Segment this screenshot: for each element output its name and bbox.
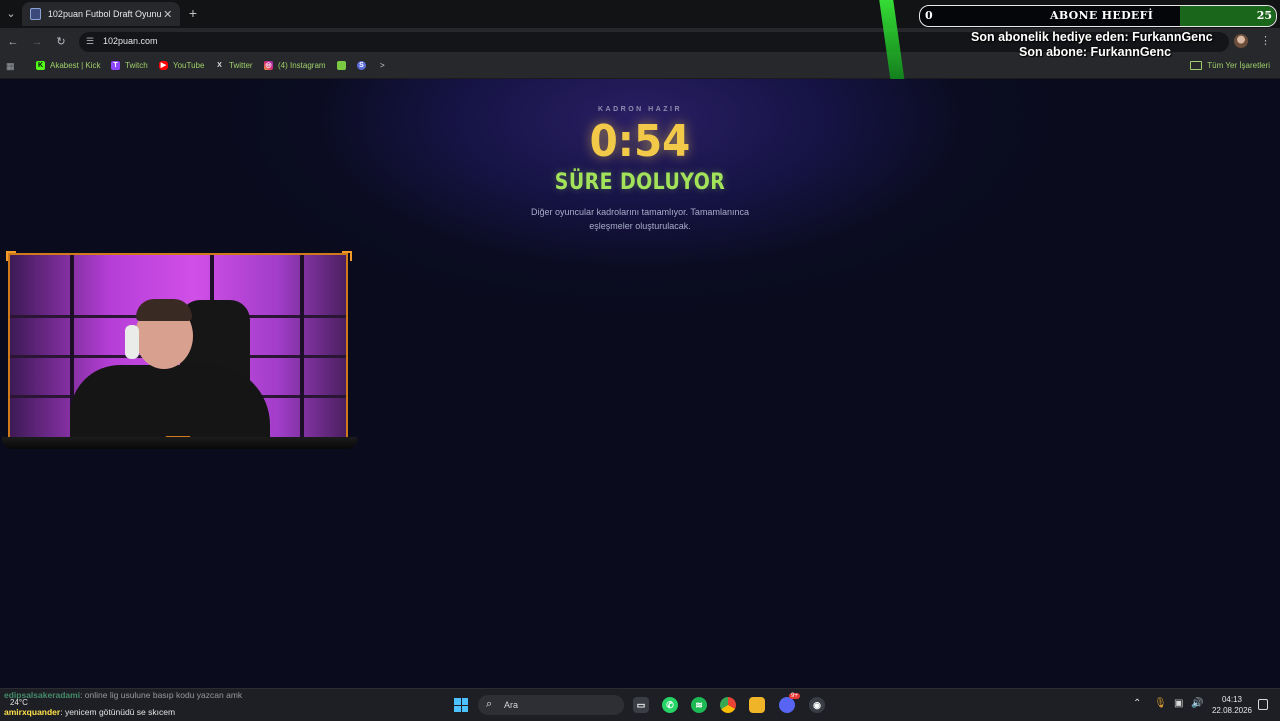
bookmark-twitter[interactable]: X Twitter — [215, 61, 253, 70]
chat-message: edipsalsakeradami: online lig usulune ba… — [4, 690, 242, 700]
tray-overflow-icon[interactable]: ⌃ — [1133, 698, 1141, 709]
tab-title: 102puan Futbol Draft Oyunu — [47, 9, 162, 19]
chat-text: : yenicem götünüdü se skıcem — [60, 707, 176, 717]
streamer-body — [70, 365, 270, 437]
discord-icon[interactable] — [779, 697, 795, 713]
bookmark-youtube[interactable]: ▶ YouTube — [159, 61, 204, 70]
reload-icon[interactable]: ↻ — [54, 35, 68, 49]
windows-start-icon[interactable] — [454, 698, 468, 712]
chat-username: amirxquander — [4, 707, 61, 717]
network-icon[interactable]: ▣ — [1174, 698, 1183, 709]
tab-search-icon[interactable]: ⌄ — [3, 5, 19, 23]
clock-date: 22.08.2026 — [1211, 706, 1253, 715]
cam-corner — [6, 251, 16, 261]
search-placeholder: Ara — [504, 700, 519, 710]
bookmarks-overflow-button[interactable]: > — [380, 61, 385, 70]
bookmark-instagram[interactable]: ◎ (4) Instagram — [264, 61, 326, 70]
shelf-post — [300, 255, 304, 437]
bookmark-label: Twitter — [229, 61, 253, 70]
forward-icon[interactable]: → — [30, 35, 44, 49]
new-tab-icon[interactable]: + — [185, 5, 201, 21]
squad-ready-label: KADRON HAZIR — [597, 106, 683, 113]
bookmark-extra-1[interactable] — [337, 61, 351, 70]
volume-icon[interactable]: 🔊 — [1191, 698, 1203, 709]
goal-target: 25 — [1256, 9, 1272, 22]
bookmark-label: Akabest | Kick — [50, 61, 101, 70]
clock-time: 04:13 — [1221, 695, 1243, 704]
bookmark-extra-2[interactable]: S — [357, 61, 371, 70]
back-icon[interactable]: ← — [6, 35, 20, 49]
bookmarks-bar: ▦ K Akabest | Kick T Twitch ▶ YouTube X … — [0, 56, 1280, 79]
taskbar-clock[interactable]: 04:13 22.08.2026 — [1210, 694, 1254, 716]
file-explorer-icon[interactable] — [749, 697, 765, 713]
streamer-hair — [136, 299, 192, 321]
notifications-icon[interactable] — [1258, 699, 1268, 710]
folder-icon — [1190, 61, 1203, 70]
tab-favicon-icon — [30, 8, 41, 20]
chrome-icon[interactable] — [720, 697, 736, 713]
site-info-icon[interactable]: ☰ — [86, 36, 97, 47]
time-running-out-status: SÜRE DOLUYOR — [554, 170, 726, 195]
chat-message: amirxquander: yenicem götünüdü se skıcem — [4, 707, 175, 717]
all-bookmarks-label: Tüm Yer İşaretleri — [1207, 61, 1270, 70]
tab-close-icon[interactable]: ✕ — [162, 8, 175, 21]
whatsapp-icon[interactable]: ✆ — [662, 697, 678, 713]
obs-icon[interactable]: ◉ — [809, 697, 825, 713]
taskbar-search[interactable]: ⌕ Ara — [478, 695, 624, 715]
instagram-icon: ◎ — [264, 61, 273, 70]
bookmark-kick[interactable]: K Akabest | Kick — [36, 61, 101, 70]
waiting-note-line1: Diğer oyuncular kadrolarını tamamlıyor. … — [531, 207, 749, 217]
bookmark-label: (4) Instagram — [278, 61, 326, 70]
apps-grid-icon[interactable]: ▦ — [6, 61, 16, 71]
bookmark-blue-icon: S — [357, 61, 366, 70]
task-view-icon[interactable]: ▭ — [633, 697, 649, 713]
bookmark-label: YouTube — [173, 61, 205, 70]
all-bookmarks-button[interactable]: Tüm Yer İşaretleri — [1190, 61, 1270, 70]
discord-badge: 9+ — [789, 693, 800, 699]
url-text[interactable]: 102puan.com — [103, 36, 158, 46]
bookmark-green-icon — [337, 61, 346, 70]
last-subscriber-text: Son abone: FurkannGenc — [1019, 45, 1172, 59]
chat-text: : online lig usulune basıp kodu yazcan a… — [80, 690, 243, 700]
search-icon: ⌕ — [486, 698, 493, 710]
x-twitter-icon: X — [217, 62, 222, 69]
goal-title: ABONE HEDEFİ — [1050, 9, 1154, 22]
sub-goal-bar: 0 ABONE HEDEFİ 25 — [919, 5, 1277, 27]
browser-menu-icon[interactable]: ⋮ — [1260, 33, 1271, 49]
spotify-icon[interactable]: ≋ — [691, 697, 707, 713]
chat-username: edipsalsakeradami — [4, 690, 81, 700]
webcam-feed — [8, 253, 348, 439]
webcam-frame-bottom — [2, 437, 357, 449]
waiting-note-line2: eşleşmeler oluşturulacak. — [589, 221, 691, 231]
bookmark-twitch[interactable]: T Twitch — [111, 61, 148, 70]
twitch-icon: T — [111, 61, 120, 70]
profile-avatar[interactable] — [1234, 34, 1248, 48]
youtube-icon: ▶ — [159, 61, 168, 70]
headphones — [125, 325, 139, 359]
last-gifter-text: Son abonelik hediye eden: FurkannGenc — [971, 30, 1213, 44]
countdown-timer: 0:54 — [589, 116, 691, 167]
cam-corner — [342, 251, 352, 261]
bookmark-label: Twitch — [125, 61, 148, 70]
microphone-icon[interactable]: 🎙 — [1154, 698, 1167, 709]
goal-current: 0 — [925, 9, 933, 22]
browser-tab[interactable]: 102puan Futbol Draft Oyunu ✕ — [22, 2, 180, 26]
kick-icon: K — [36, 61, 45, 70]
